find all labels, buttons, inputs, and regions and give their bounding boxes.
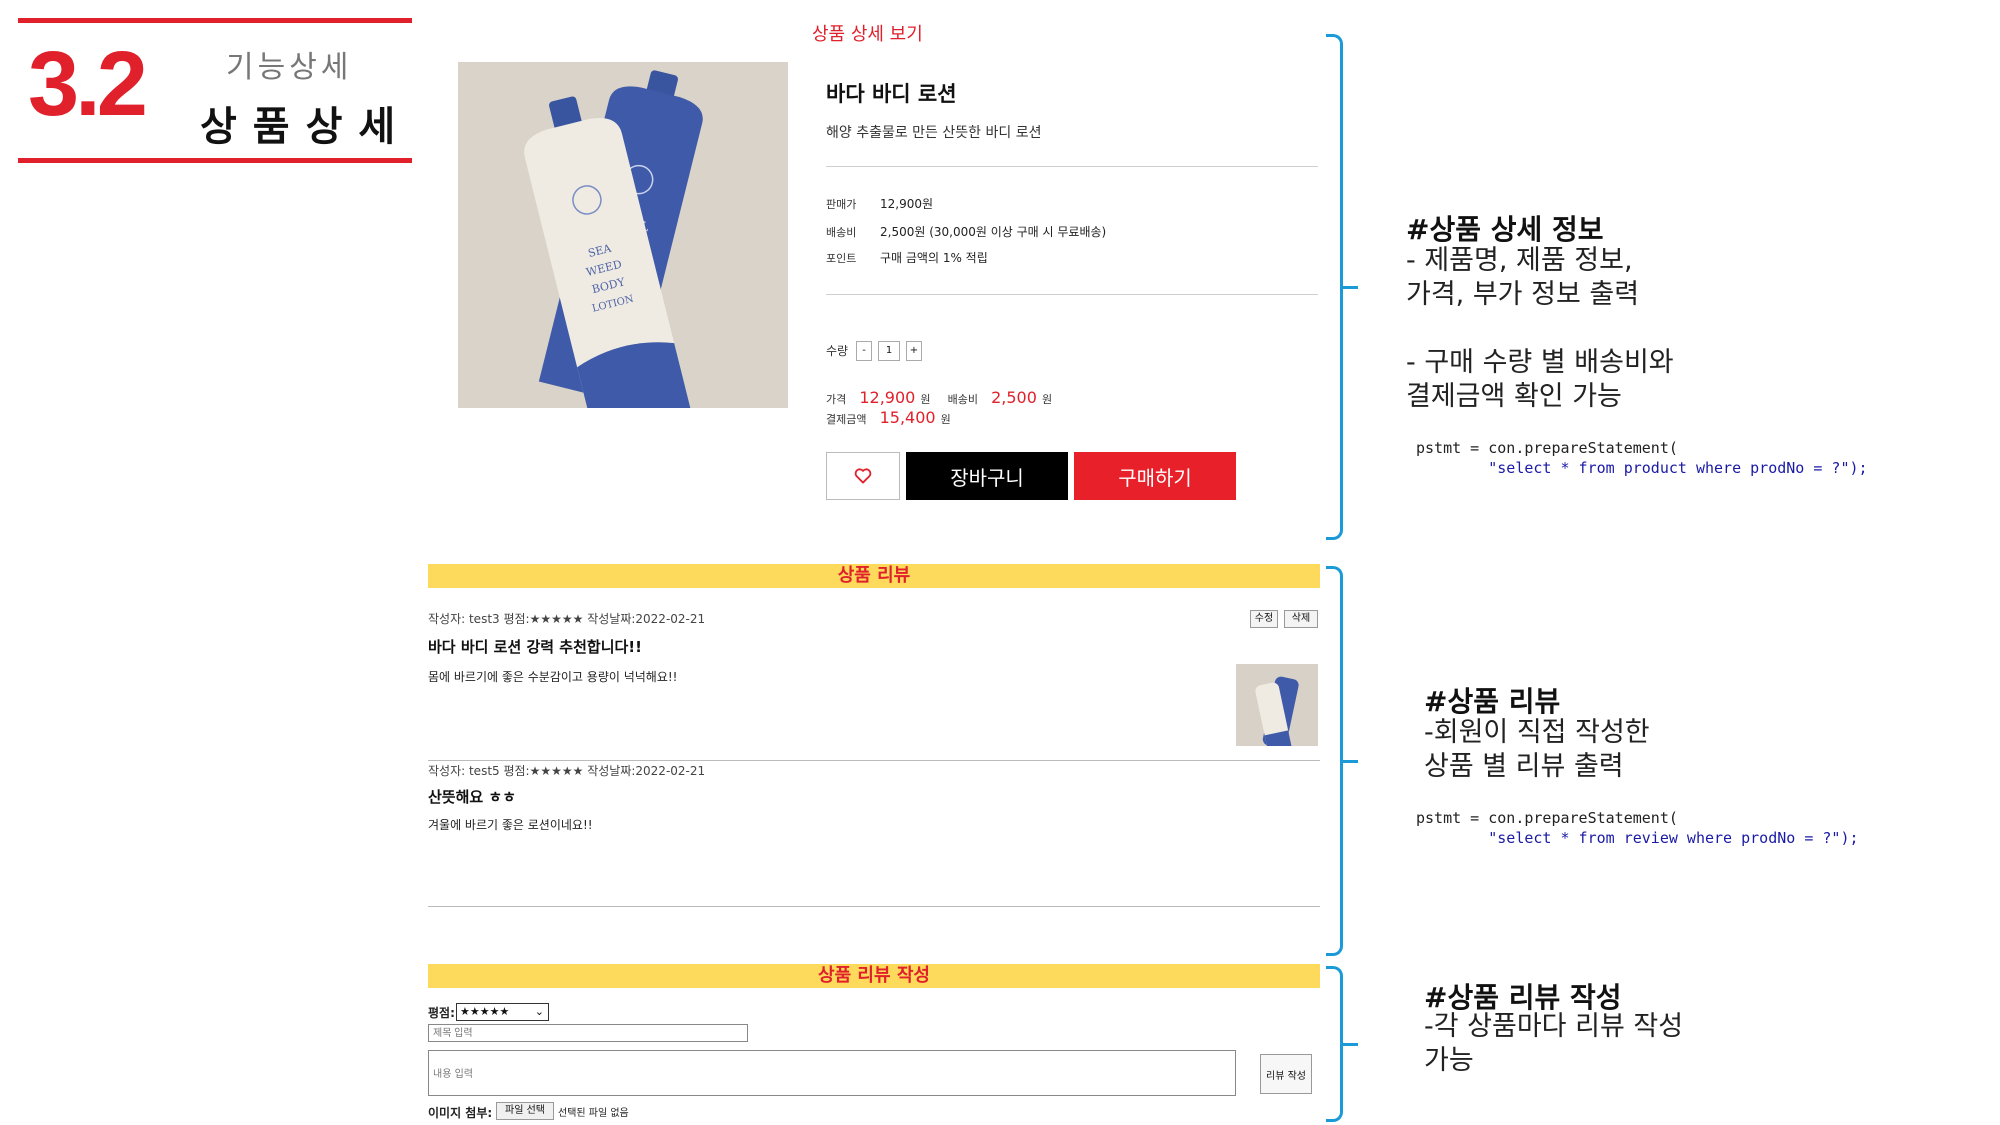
shipping-label: 배송비	[947, 393, 979, 406]
section-title: 상품상세	[200, 104, 412, 150]
detail-code-line1: pstmt = con.prepareStatement(	[1416, 439, 1678, 457]
shipping-info-value: 2,500원 (30,000원 이상 구매 시 무료배송)	[880, 225, 1107, 239]
quantity-input[interactable]: 1	[878, 341, 900, 361]
submit-review-button[interactable]: 리뷰 작성	[1260, 1054, 1312, 1094]
heart-icon	[854, 468, 872, 484]
quantity-plus-button[interactable]: +	[906, 341, 922, 361]
review-title: 산뜻해요 ㅎㅎ	[428, 788, 517, 806]
review-content-input[interactable]	[428, 1050, 1236, 1096]
detail-code-line2: "select * from product where prodNo = ?"…	[1416, 459, 1868, 477]
review-section-bar: 상품 리뷰	[428, 564, 1320, 588]
detail-note-heading: #상품 상세 정보	[1406, 213, 1604, 246]
point-info-value: 구매 금액의 1% 적립	[880, 251, 988, 265]
review-note-text: -회원이 직접 작성한 상품 별 리뷰 출력	[1424, 717, 1650, 782]
divider	[826, 166, 1318, 167]
review-meta: 작성자: test5 평점:★★★★★ 작성날짜:2022-02-21	[428, 764, 706, 778]
shipping-value: 2,500	[991, 388, 1037, 407]
price-info-value: 12,900원	[880, 197, 934, 211]
header-bottom-rule	[18, 158, 412, 163]
price-unit: 원	[920, 393, 931, 406]
rating-select[interactable]: ★★★★★ ⌄	[456, 1003, 549, 1021]
detail-bracket	[1326, 34, 1358, 540]
chevron-down-icon: ⌄	[534, 1005, 544, 1018]
review-divider	[428, 906, 1320, 907]
review-divider	[428, 760, 1320, 761]
price-info-label: 판매가	[826, 198, 857, 211]
review-code-line1: pstmt = con.prepareStatement(	[1416, 809, 1678, 827]
review-title: 바다 바디 로션 강력 추천합니다!!	[428, 638, 642, 656]
quantity-label: 수량	[826, 344, 849, 358]
price-summary-row: 가격 12,900 원 배송비 2,500 원	[826, 388, 1052, 407]
review-delete-button[interactable]: 삭제	[1284, 610, 1318, 628]
total-unit: 원	[940, 413, 951, 426]
file-status: 선택된 파일 없음	[558, 1108, 629, 1119]
review-edit-button[interactable]: 수정	[1250, 610, 1278, 628]
file-select-button[interactable]: 파일 선택	[496, 1102, 554, 1120]
buy-now-button[interactable]: 구매하기	[1074, 452, 1236, 500]
point-info-label: 포인트	[826, 252, 857, 265]
rating-select-value: ★★★★★	[460, 1005, 510, 1018]
total-row: 결제금액 15,400 원	[826, 408, 951, 427]
total-label: 결제금액	[826, 413, 867, 426]
write-bracket	[1326, 966, 1358, 1122]
rating-label: 평점:	[428, 1006, 455, 1020]
shipping-info-label: 배송비	[826, 226, 857, 239]
section-number: 3.2	[28, 33, 148, 135]
review-title-input[interactable]	[428, 1024, 748, 1042]
write-note-text: -각 상품마다 리뷰 작성 가능	[1424, 1011, 1684, 1076]
quantity-minus-button[interactable]: -	[856, 341, 872, 361]
write-section-bar: 상품 리뷰 작성	[428, 964, 1320, 988]
divider	[826, 294, 1318, 295]
price-label: 가격	[826, 393, 847, 406]
total-value: 15,400	[879, 408, 936, 427]
header-top-rule	[18, 18, 412, 23]
review-code-line2: "select * from review where prodNo = ?")…	[1416, 829, 1859, 847]
review-body: 몸에 바르기에 좋은 수분감이고 용량이 넉넉해요!!	[428, 670, 678, 684]
review-image	[1236, 664, 1318, 746]
attach-label: 이미지 첨부:	[428, 1106, 493, 1120]
review-meta: 작성자: test3 평점:★★★★★ 작성날짜:2022-02-21	[428, 612, 706, 626]
price-value: 12,900	[859, 388, 916, 407]
product-view-title: 상품 상세 보기	[812, 24, 923, 45]
add-to-cart-button[interactable]: 장바구니	[906, 452, 1068, 500]
product-description: 해양 추출물로 만든 산뜻한 바디 로션	[826, 125, 1042, 141]
review-body: 겨울에 바르기 좋은 로션이네요!!	[428, 818, 593, 832]
shipping-unit: 원	[1042, 393, 1053, 406]
section-subtitle: 기능상세	[226, 50, 353, 85]
product-name: 바다 바디 로션	[826, 82, 957, 106]
review-bracket	[1326, 566, 1358, 956]
detail-note-text: - 제품명, 제품 정보, 가격, 부가 정보 출력 - 구매 수량 별 배송비…	[1406, 245, 1674, 412]
review-note-heading: #상품 리뷰	[1424, 685, 1561, 718]
product-image: PEARL BODY LOTION SEA WEED BODY LOTION	[458, 62, 788, 408]
wishlist-button[interactable]	[826, 452, 900, 500]
